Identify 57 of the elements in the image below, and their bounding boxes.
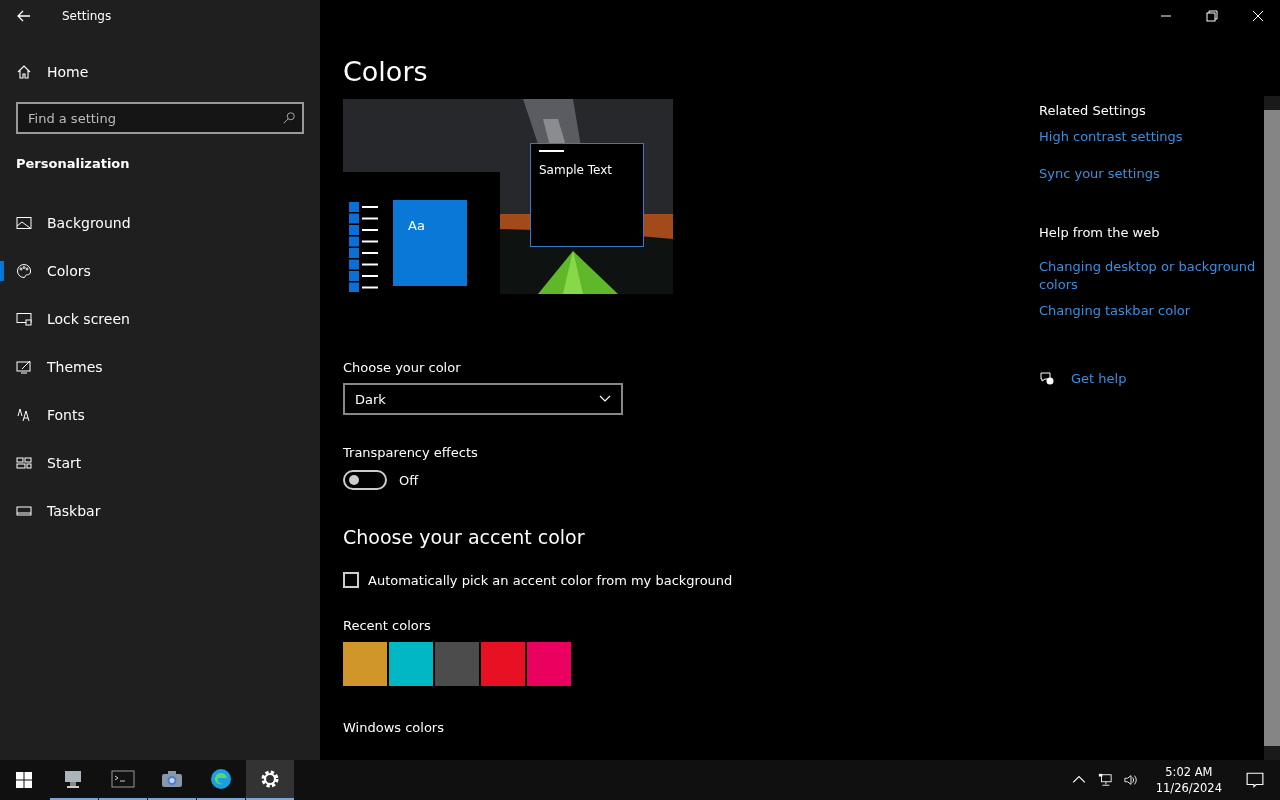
color-swatch[interactable] (435, 642, 479, 686)
field-label: Choose your color (343, 360, 462, 375)
search-field[interactable]: Find a setting (16, 102, 304, 134)
help-link[interactable]: Changing taskbar color (1039, 302, 1259, 320)
notifications-icon[interactable] (1246, 771, 1264, 789)
color-mode-dropdown[interactable]: Dark (343, 383, 623, 415)
network-icon[interactable] (1097, 773, 1112, 787)
gear-app-icon[interactable] (246, 760, 294, 800)
image-icon (16, 215, 32, 231)
back-icon[interactable] (16, 8, 32, 24)
chat-help-icon (1039, 370, 1055, 386)
home-link[interactable]: Home (47, 64, 89, 80)
field-label: Recent colors (343, 618, 432, 633)
field-label: Transparency effects (343, 445, 479, 460)
section-heading: Choose your accent color (343, 526, 586, 548)
palette-icon (16, 263, 32, 279)
pen-on-monitor-icon (16, 359, 32, 375)
checkbox-label[interactable]: Automatically pick an accent color from my background (368, 572, 733, 588)
nav-item[interactable]: Taskbar (0, 487, 320, 535)
related-heading: Related Settings (1039, 103, 1146, 118)
window-title: Settings (62, 9, 112, 23)
restore-icon[interactable] (1206, 10, 1218, 22)
nav-item[interactable]: Colors (0, 247, 320, 295)
close-icon[interactable] (1252, 10, 1264, 22)
scrollbar[interactable] (1264, 96, 1280, 760)
windows-start-icon[interactable] (16, 772, 32, 788)
letters-icon (16, 407, 32, 423)
nav-item[interactable]: Themes (0, 343, 320, 391)
nav-item[interactable]: Background (0, 199, 320, 247)
home-icon[interactable] (16, 64, 32, 80)
nav-item[interactable]: Lock screen (0, 295, 320, 343)
speaker-icon[interactable] (1123, 773, 1138, 787)
help-heading: Help from the web (1039, 225, 1160, 240)
sample-text: Sample Text (539, 163, 614, 177)
clock[interactable]: 5:02 AM 11/26/2024 (1155, 764, 1222, 796)
nav-item[interactable]: Fonts (0, 391, 320, 439)
checkbox[interactable] (343, 572, 359, 588)
toggle-switch[interactable] (343, 470, 387, 490)
toggle-state: Off (399, 472, 419, 488)
lock-screen-icon (16, 311, 32, 327)
settings-link[interactable]: High contrast settings (1039, 129, 1183, 144)
tile-label: Aa (408, 218, 425, 233)
help-link[interactable]: Changing desktop or background colors (1039, 258, 1259, 294)
nav-item[interactable]: Start (0, 439, 320, 487)
color-swatch[interactable] (389, 642, 433, 686)
color-swatch[interactable] (343, 642, 387, 686)
chevron-icon (599, 395, 611, 403)
settings-link[interactable]: Sync your settings (1039, 166, 1160, 181)
search-icon (282, 111, 296, 125)
color-swatch[interactable] (527, 642, 571, 686)
tiles-icon (16, 455, 32, 471)
get-help-link[interactable]: Get help (1071, 370, 1127, 386)
page-title: Colors (343, 56, 429, 87)
taskbar-icon (16, 503, 32, 519)
color-swatch[interactable] (481, 642, 525, 686)
field-label: Windows colors (343, 720, 445, 735)
section-heading: Personalization (15, 155, 131, 171)
